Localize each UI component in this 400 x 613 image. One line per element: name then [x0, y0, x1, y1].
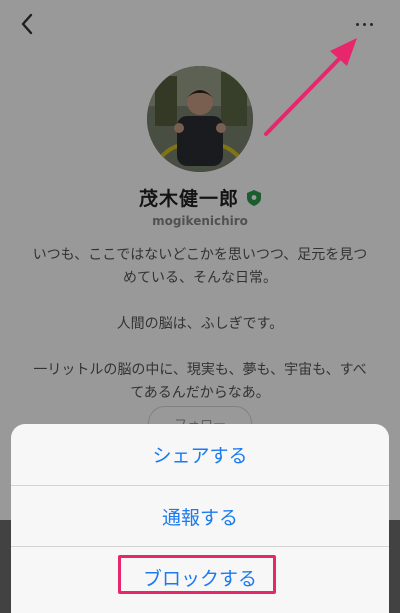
annotation-highlight-box [118, 555, 276, 594]
report-action[interactable]: 通報する [11, 486, 389, 546]
share-action[interactable]: シェアする [11, 424, 389, 484]
